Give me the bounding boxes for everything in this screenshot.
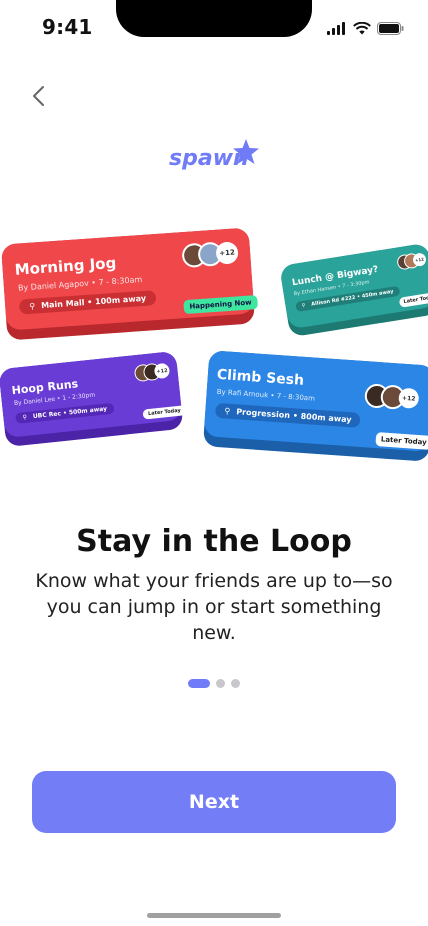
back-chevron-icon[interactable] xyxy=(27,84,51,108)
card-avatars: +12 xyxy=(396,251,427,271)
location-pin-icon: ⚲ xyxy=(224,406,231,416)
card-avatars: +12 xyxy=(133,362,171,383)
card-status-tag: Happening Now xyxy=(182,295,259,315)
page-dot xyxy=(216,679,225,688)
location-pin-icon: ⚲ xyxy=(301,302,306,310)
event-card[interactable]: Climb Sesh By Rafi Arnouk • 7 - 8:30am ⚲… xyxy=(202,350,428,462)
app-logo: spawn xyxy=(167,133,263,177)
onboarding-description: Know what your friends are up to—so you … xyxy=(35,570,393,644)
card-location: UBC Rec • 500m away xyxy=(32,405,108,421)
avatar-overflow-count: +12 xyxy=(398,387,420,409)
home-indicator xyxy=(147,913,281,918)
card-avatars: +12 xyxy=(364,383,420,411)
card-location-pill: ⚲ Progression • 800m away xyxy=(214,402,362,428)
card-location-pill: ⚲ UBC Rec • 500m away xyxy=(15,402,115,424)
card-status-tag: Later Today xyxy=(142,405,187,420)
status-time: 9:41 xyxy=(42,15,93,39)
device-notch xyxy=(116,0,312,37)
location-pin-icon: ⚲ xyxy=(22,413,28,422)
card-avatars: +12 xyxy=(181,240,239,269)
card-location: Progression • 800m away xyxy=(235,407,352,425)
card-title: Morning Jog xyxy=(14,253,117,279)
card-subtitle: By Rafi Arnouk • 7 - 8:30am xyxy=(216,387,316,403)
status-bar: 9:41 xyxy=(0,0,428,54)
wifi-icon xyxy=(353,22,371,35)
card-status-tag: Later Today xyxy=(398,291,428,308)
battery-icon xyxy=(377,22,404,35)
avatar-overflow-count: +12 xyxy=(215,241,239,265)
signal-icon xyxy=(327,22,345,35)
page-dot xyxy=(231,679,240,688)
page-dot-active xyxy=(188,679,210,688)
avatar-overflow-count: +12 xyxy=(153,362,171,380)
status-icons xyxy=(327,22,404,35)
event-card[interactable]: Morning Jog By Daniel Agapov • 7 - 8:30a… xyxy=(0,227,259,341)
event-card[interactable]: Hoop Runs By Daniel Lee • 1 - 2:30pm ⚲ U… xyxy=(0,350,187,448)
card-title: Climb Sesh xyxy=(216,366,305,389)
card-location: Main Mall • 100m away xyxy=(40,293,147,311)
location-pin-icon: ⚲ xyxy=(29,301,36,311)
onboarding-headline: Stay in the Loop xyxy=(76,524,352,559)
page-indicator xyxy=(188,679,240,688)
card-subtitle: By Daniel Agapov • 7 - 8:30am xyxy=(17,275,143,293)
next-button[interactable]: Next xyxy=(32,771,396,833)
card-location-pill: ⚲ Main Mall • 100m away xyxy=(18,290,157,315)
event-card[interactable]: Lunch @ Bigway? By Ethan Hansen • 7 - 3:… xyxy=(279,242,428,338)
card-status-tag: Later Today xyxy=(375,432,428,450)
